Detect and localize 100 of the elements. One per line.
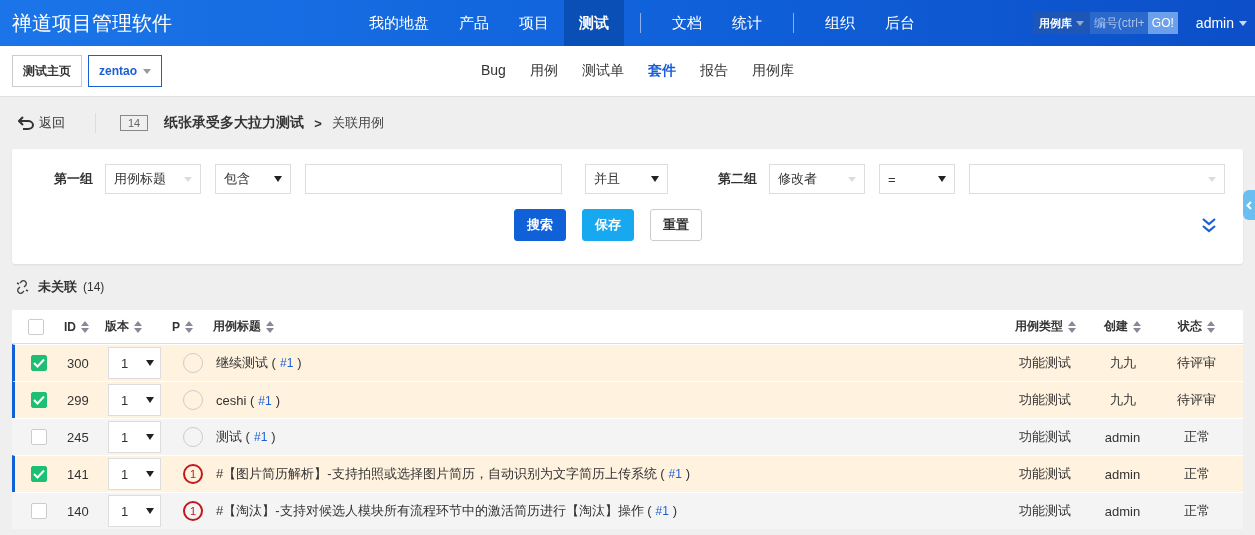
column-header[interactable]: 用例标题 (213, 318, 995, 335)
section-count: (14) (83, 280, 105, 294)
table-row[interactable]: 140 1 1 #【淘汰】-支持对候选人模块所有流程环节中的激活简历进行【淘汰】操作 ( #1 ) 功能测试 admin 正常 (12, 492, 1243, 529)
field-select[interactable]: 用例标题 (105, 164, 201, 194)
row-checkbox[interactable] (31, 429, 47, 445)
case-link[interactable]: #1 (655, 504, 669, 518)
case-title: ceshi ( #1 ) (216, 392, 280, 408)
version-select[interactable]: 1 (108, 384, 161, 416)
case-link[interactable]: #1 (279, 356, 294, 370)
column-header[interactable]: ID (60, 319, 105, 334)
row-checkbox[interactable] (31, 392, 47, 408)
row-checkbox[interactable] (31, 503, 47, 519)
id-label: 14 (120, 115, 149, 131)
table-cell-text: 140 (66, 503, 90, 519)
case-title: #【淘汰】-支持对候选人模块所有流程环节中的激活简历进行【淘汰】操作 ( #1 ) (216, 503, 678, 518)
chevron-icon (1246, 200, 1252, 210)
sort-icon (1133, 320, 1141, 333)
caret-icon (1075, 20, 1084, 26)
nav-item[interactable]: 文档 (657, 0, 717, 46)
table-cell-text: 正常 (1182, 502, 1211, 520)
case-title: #【图片简历解析】-支持拍照或选择图片简历，自动识别为文字简历上传系统 ( #1 ) (216, 466, 691, 481)
sort-icon (134, 320, 142, 333)
value-field[interactable] (305, 164, 562, 194)
sort-icon (1207, 320, 1215, 333)
table-cell-text: admin (1103, 503, 1142, 519)
table-cell-text: admin (1103, 429, 1142, 445)
column-header[interactable]: 创建 (1095, 318, 1150, 335)
app-logo[interactable]: 禅道项目管理软件 (0, 9, 354, 37)
column-header[interactable]: P (172, 319, 213, 334)
operator-select[interactable]: 包含 (215, 164, 291, 194)
version-select[interactable]: 1 (108, 347, 161, 379)
caret-icon (1239, 20, 1247, 26)
column-header[interactable]: 用例类型 (995, 318, 1095, 335)
row-checkbox[interactable] (31, 355, 47, 371)
value-select[interactable] (969, 164, 1225, 194)
caret-icon (146, 471, 154, 477)
priority-badge: 1 (183, 501, 203, 521)
back-link[interactable]: 返回 (18, 114, 65, 132)
case-link[interactable]: #1 (668, 467, 682, 481)
sort-icon (266, 320, 274, 333)
table-cell-text: 正常 (1182, 465, 1211, 483)
subnav-tab[interactable]: Bug (469, 62, 518, 80)
table-cell-text: 功能测试 (1018, 465, 1072, 483)
subnav-tab[interactable]: 用例 (517, 62, 570, 80)
caret-icon (184, 176, 192, 182)
column-header[interactable]: 版本 (105, 318, 172, 335)
table-row[interactable]: 300 1 继续测试 ( #1 ) 功能测试 九九 待评审 (12, 344, 1243, 381)
caret-icon (651, 176, 659, 182)
table-row[interactable]: 299 1 ceshi ( #1 ) 功能测试 九九 待评审 (12, 381, 1243, 418)
subnav-tab[interactable]: 用例库 (739, 62, 806, 80)
and-or-select[interactable]: 并且 (585, 164, 668, 194)
select-all-checkbox[interactable] (28, 318, 44, 335)
row-checkbox[interactable] (31, 466, 47, 482)
collapse-handle[interactable] (1243, 190, 1255, 220)
subnav-tab[interactable]: 套件 (635, 62, 688, 80)
breadcrumb[interactable]: 测试主页 (12, 55, 82, 87)
user-menu[interactable]: admin (1177, 15, 1255, 31)
case-link[interactable]: #1 (258, 393, 272, 408)
table-row[interactable]: 245 1 测试 ( #1 ) 功能测试 admin 正常 (12, 418, 1243, 455)
field-select[interactable]: 修改者 (769, 164, 865, 194)
column-header[interactable]: 状态 (1150, 318, 1243, 335)
nav-item[interactable]: 组织 (810, 0, 870, 46)
form-button[interactable]: 重置 (649, 209, 702, 241)
section-title: 未关联 (38, 278, 77, 296)
subnav-tab[interactable]: 报告 (687, 62, 740, 80)
table-cell-text: 功能测试 (1018, 502, 1072, 520)
subnav-tab[interactable]: 测试单 (569, 62, 636, 80)
caret-icon (146, 434, 154, 440)
caret-icon (146, 360, 154, 366)
suite-title: 纸张承受多大拉力测试 (164, 114, 305, 132)
table-cell-text: 九九 (1108, 391, 1137, 409)
group-label: 第一组 (54, 170, 93, 188)
nav-item[interactable]: 统计 (717, 0, 777, 46)
table-cell-text: 300 (66, 355, 90, 371)
nav-item[interactable]: 后台 (870, 0, 930, 46)
expand-icon[interactable] (1201, 217, 1217, 233)
nav-item[interactable]: 我的地盘 (354, 0, 444, 46)
operator-select[interactable]: = (879, 164, 955, 194)
nav-item[interactable]: 测试 (564, 0, 624, 46)
table-cell-text: 正常 (1182, 428, 1211, 446)
unlink-icon (14, 279, 30, 295)
table-cell-text: 功能测试 (1018, 391, 1072, 409)
form-button[interactable]: 搜索 (513, 209, 566, 241)
breadcrumb[interactable]: zentao (88, 55, 162, 87)
table-cell-text: 九九 (1108, 354, 1137, 372)
version-select[interactable]: 1 (108, 458, 161, 490)
nav-item[interactable]: 产品 (444, 0, 504, 46)
caret-icon (1208, 176, 1216, 182)
page-subtitle: 关联用例 (331, 114, 384, 132)
caret-icon (146, 397, 154, 403)
caret-icon (938, 176, 946, 182)
table-row[interactable]: 141 1 1 #【图片简历解析】-支持拍照或选择图片简历，自动识别为文字简历上传系统 ( #1 ) 功能测试 admin 正常 (12, 455, 1243, 492)
nav-item[interactable]: 项目 (504, 0, 564, 46)
priority-badge: 1 (183, 464, 203, 484)
scope-dropdown[interactable]: 用例库 (1032, 12, 1090, 34)
search-field[interactable]: 编号(ctrl+ (1089, 12, 1148, 34)
caret-icon (146, 508, 154, 514)
version-select[interactable]: 1 (108, 495, 161, 527)
version-select[interactable]: 1 (108, 421, 161, 453)
case-link[interactable]: #1 (253, 430, 268, 444)
